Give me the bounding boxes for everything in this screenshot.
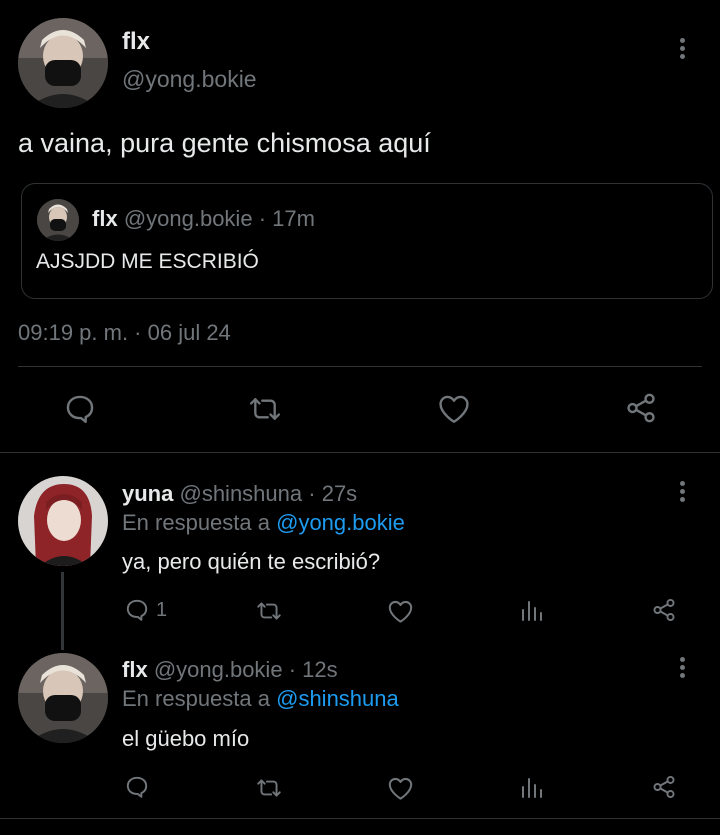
reply-context-mention[interactable]: @yong.bokie [276, 510, 405, 535]
reply-context-mention[interactable]: @shinshuna [276, 686, 399, 711]
quote-separator: · [258, 206, 267, 231]
time[interactable]: 27s [322, 481, 357, 506]
reply-context-label: En respuesta a [122, 686, 270, 711]
handle[interactable]: @yong.bokie [122, 66, 257, 93]
reply-icon[interactable] [63, 392, 97, 426]
reply-count: 1 [156, 599, 168, 621]
time[interactable]: 12s [302, 657, 337, 682]
handle[interactable]: @yong.bokie [154, 657, 283, 682]
like-icon[interactable] [387, 776, 414, 801]
quote-time: 17m [272, 206, 315, 231]
like-icon[interactable] [387, 599, 414, 624]
avatar [37, 199, 79, 241]
display-name[interactable]: yuna [122, 481, 173, 506]
avatar[interactable] [18, 653, 108, 743]
quote-text: AJSJDD ME ESCRIBIÓ [36, 250, 259, 273]
avatar[interactable] [18, 476, 108, 566]
divider [18, 366, 702, 367]
reply-icon[interactable] [124, 774, 150, 800]
quote-handle: @yong.bokie [123, 206, 253, 231]
tweet-text: el güebo mío [122, 726, 250, 751]
retweet-icon[interactable] [247, 392, 283, 426]
share-icon[interactable] [624, 391, 658, 425]
share-icon[interactable] [651, 774, 677, 800]
retweet-icon[interactable] [255, 775, 283, 801]
more-icon[interactable] [674, 38, 690, 64]
views-icon[interactable] [520, 598, 544, 624]
thread-line [61, 572, 64, 650]
more-icon[interactable] [674, 481, 690, 507]
separator: · [308, 481, 316, 506]
display-name[interactable]: flx [122, 657, 148, 682]
retweet-icon[interactable] [255, 598, 283, 624]
more-icon[interactable] [674, 657, 690, 683]
like-icon[interactable] [437, 393, 471, 425]
avatar[interactable] [18, 18, 108, 108]
views-icon[interactable] [520, 775, 544, 801]
reply-context-label: En respuesta a [122, 510, 270, 535]
separator: · [288, 657, 297, 682]
timestamp[interactable]: 09:19 p. m. · 06 jul 24 [18, 320, 231, 346]
reply-icon[interactable] [124, 597, 150, 623]
tweet-text: a vaina, pura gente chismosa aquí [18, 128, 431, 158]
display-name[interactable]: flx [122, 28, 150, 56]
quoted-tweet[interactable]: flx @yong.bokie · 17m AJSJDD ME ESCRIBIÓ [21, 183, 713, 299]
quote-display-name: flx [92, 206, 118, 231]
divider [0, 452, 720, 453]
share-icon[interactable] [651, 597, 677, 623]
handle[interactable]: @shinshuna [179, 481, 302, 506]
tweet-text: ya, pero quién te escribió? [122, 549, 381, 574]
divider [0, 818, 720, 819]
